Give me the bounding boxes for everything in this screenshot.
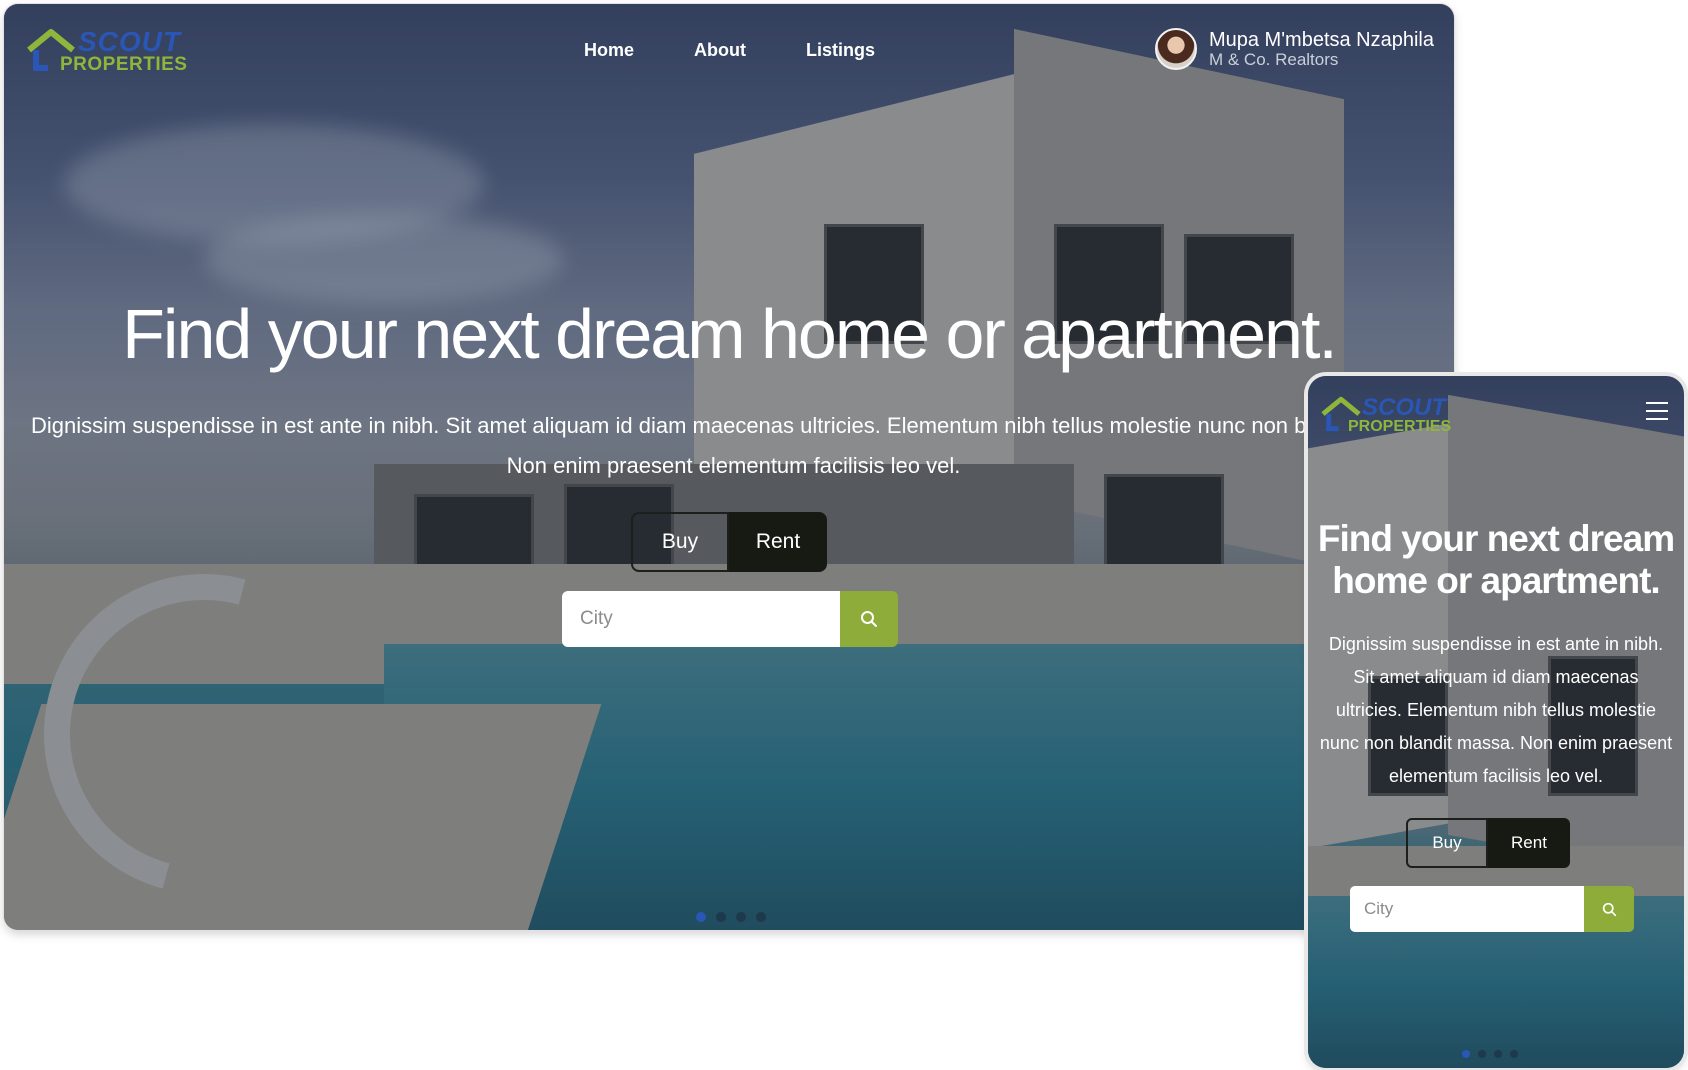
carousel-dot[interactable]: [1478, 1050, 1486, 1058]
brand-logo[interactable]: SCOUT PROPERTIES: [26, 26, 196, 76]
logo-wordmark-properties: PROPERTIES: [60, 54, 188, 75]
carousel-dot[interactable]: [1494, 1050, 1502, 1058]
showcase-stage: SCOUT PROPERTIES Home About Listings Mup…: [0, 0, 1688, 1070]
desktop-preview: SCOUT PROPERTIES Home About Listings Mup…: [4, 4, 1454, 930]
carousel-dot[interactable]: [1510, 1050, 1518, 1058]
hero-title: Find your next dream home or apartment.: [122, 295, 1338, 373]
nav-link-about[interactable]: About: [694, 40, 746, 61]
user-info: Mupa M'mbetsa Nzaphila M & Co. Realtors: [1209, 29, 1434, 69]
mobile-hero-title: Find your next dream home or apartment.: [1317, 518, 1675, 601]
hamburger-menu-icon[interactable]: [1646, 402, 1668, 420]
buy-button[interactable]: Buy: [631, 512, 729, 572]
city-search-bar: [562, 591, 898, 647]
nav-links: Home About Listings: [584, 40, 875, 61]
mobile-carousel-indicators: [1462, 1050, 1518, 1058]
search-icon: [1602, 902, 1616, 916]
user-name: Mupa M'mbetsa Nzaphila: [1208, 29, 1434, 51]
rent-button[interactable]: Rent: [729, 512, 827, 572]
mobile-search-button[interactable]: [1584, 886, 1634, 932]
mobile-buy-button[interactable]: Buy: [1406, 818, 1488, 868]
mobile-preview: SCOUT PROPERTIES Find your next dream ho…: [1308, 376, 1684, 1068]
mobile-city-search-bar: [1350, 886, 1634, 932]
user-profile[interactable]: Mupa M'mbetsa Nzaphila M & Co. Realtors: [1154, 28, 1434, 70]
carousel-dot[interactable]: [1462, 1050, 1470, 1058]
carousel-dot[interactable]: [696, 912, 706, 922]
top-navigation: SCOUT PROPERTIES Home About Listings Mup…: [4, 4, 1454, 94]
city-search-input[interactable]: [562, 591, 840, 647]
carousel-dot[interactable]: [756, 912, 766, 922]
mobile-city-search-input[interactable]: [1350, 886, 1584, 932]
carousel-indicators: [696, 912, 766, 922]
mobile-buy-rent-toggle: Buy Rent: [1406, 818, 1570, 868]
user-company: M & Co. Realtors: [1208, 50, 1339, 69]
search-button[interactable]: [840, 591, 898, 647]
hero-description: Dignissim suspendisse in est ante in nib…: [30, 413, 1437, 478]
carousel-dot[interactable]: [716, 912, 726, 922]
search-icon: [861, 611, 877, 627]
mobile-hero-description: Dignissim suspendisse in est ante in nib…: [1319, 634, 1673, 786]
logo-wordmark-properties: PROPERTIES: [1348, 418, 1452, 435]
mobile-brand-logo[interactable]: SCOUT PROPERTIES: [1320, 394, 1470, 436]
mobile-rent-button[interactable]: Rent: [1488, 818, 1570, 868]
nav-link-listings[interactable]: Listings: [806, 40, 875, 61]
carousel-dot[interactable]: [736, 912, 746, 922]
buy-rent-toggle: Buy Rent: [631, 512, 827, 572]
avatar: [1154, 28, 1197, 70]
nav-link-home[interactable]: Home: [584, 40, 634, 61]
